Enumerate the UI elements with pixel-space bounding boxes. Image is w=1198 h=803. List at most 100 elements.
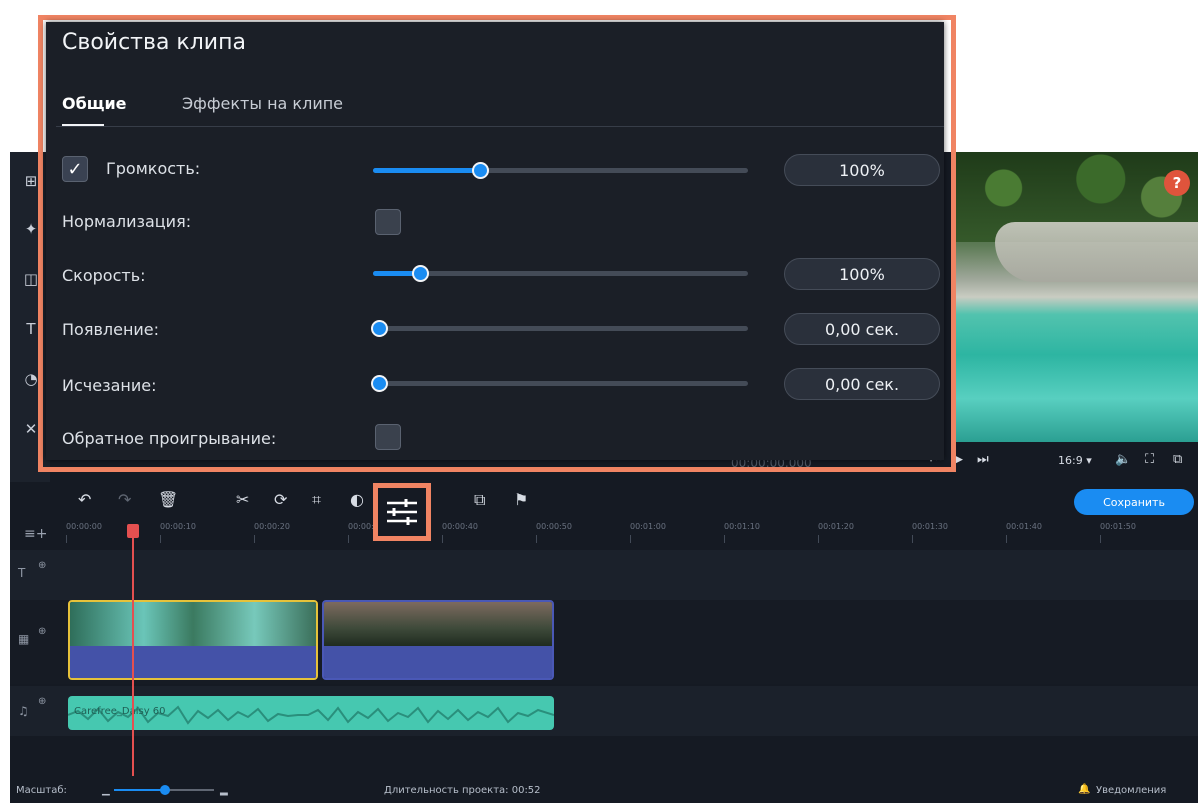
fade-in-label: Появление: <box>62 320 160 339</box>
volume-icon[interactable]: 🔈 <box>1115 452 1131 467</box>
add-track-icon[interactable]: ≡+ <box>24 526 47 542</box>
detach-player-icon[interactable]: ⧉ <box>1173 452 1182 467</box>
rotate-icon[interactable]: ⟳ <box>274 490 287 509</box>
help-button[interactable]: ? <box>1164 170 1190 196</box>
aspect-ratio-select[interactable]: 16:9 ▾ <box>1058 454 1092 467</box>
zoom-in-icon[interactable]: ▂ <box>220 785 228 796</box>
reverse-label: Обратное проигрывание: <box>62 429 277 448</box>
panel-title: Свойства клипа <box>62 30 246 55</box>
clip-2-thumbnails <box>324 602 552 646</box>
reverse-checkbox[interactable] <box>375 424 401 450</box>
tab-divider <box>56 126 944 127</box>
volume-label: Громкость: <box>106 159 201 178</box>
volume-slider-thumb[interactable] <box>472 162 489 179</box>
normalization-label: Нормализация: <box>62 212 192 231</box>
ruler-tick-mark <box>348 535 349 543</box>
clip-properties-panel: Свойства клипа Общие Эффекты на клипе ✓ … <box>46 22 944 460</box>
volume-checkbox[interactable]: ✓ <box>62 156 88 182</box>
clip-properties-button[interactable] <box>373 483 431 541</box>
ruler-tick-mark <box>66 535 67 543</box>
ruler-tick-mark <box>818 535 819 543</box>
ruler-tick-label: 00:00:00 <box>66 522 102 531</box>
speed-value[interactable]: 100% <box>784 258 940 290</box>
zoom-slider-fill <box>114 789 162 791</box>
volume-slider[interactable] <box>373 162 748 179</box>
ruler-tick-label: 00:01:50 <box>1100 522 1136 531</box>
speed-label: Скорость: <box>62 266 146 285</box>
audio-track: ♫ ⊕ Carefree_Daisy 60 <box>10 686 1198 736</box>
speed-slider-thumb[interactable] <box>412 265 429 282</box>
tab-clip-effects[interactable]: Эффекты на клипе <box>182 94 343 113</box>
video-preview: ? <box>955 152 1198 442</box>
preview-cliff <box>995 222 1198 282</box>
ruler-tick-mark <box>630 535 631 543</box>
ruler-tick-mark <box>912 535 913 543</box>
tab-general[interactable]: Общие <box>62 94 127 113</box>
ruler-tick-mark <box>536 535 537 543</box>
track-visibility-icon[interactable]: ⊕ <box>38 560 46 571</box>
speed-slider[interactable] <box>373 265 748 282</box>
fade-out-value[interactable]: 0,00 сек. <box>784 368 940 400</box>
music-note-icon: ♫ <box>18 704 29 718</box>
ruler-tick-label: 00:01:30 <box>912 522 948 531</box>
video-clip-1[interactable] <box>68 600 318 680</box>
next-frame-icon[interactable]: ⏭ <box>977 452 989 467</box>
marker-flag-icon[interactable]: ⚑ <box>514 490 528 509</box>
volume-value[interactable]: 100% <box>784 154 940 186</box>
audio-track-mute-icon[interactable]: ⊕ <box>38 696 46 707</box>
ruler-tick-mark <box>442 535 443 543</box>
ruler-tick-label: 00:00:20 <box>254 522 290 531</box>
fade-in-value[interactable]: 0,00 сек. <box>784 313 940 345</box>
ruler-tick-label: 00:01:20 <box>818 522 854 531</box>
ruler-tick-label: 00:01:10 <box>724 522 760 531</box>
volume-slider-fill <box>373 168 480 173</box>
crop-icon[interactable]: ⌗ <box>312 490 321 510</box>
delete-icon[interactable]: 🗑 <box>158 490 178 509</box>
zoom-out-icon[interactable]: ▁ <box>102 785 110 796</box>
color-adjust-icon[interactable]: ◐ <box>350 490 364 509</box>
ruler-tick-mark <box>724 535 725 543</box>
fullscreen-icon[interactable]: ⛶ <box>1145 452 1154 467</box>
fade-out-slider-thumb[interactable] <box>371 375 388 392</box>
zoom-slider[interactable] <box>114 785 214 795</box>
stabilize-icon[interactable]: ⧉ <box>474 490 485 510</box>
redo-icon[interactable]: ↷ <box>118 490 131 509</box>
ruler-tick-label: 00:00:40 <box>442 522 478 531</box>
title-track-icon: T <box>18 566 26 580</box>
undo-icon[interactable]: ↶ <box>78 490 91 509</box>
normalization-checkbox[interactable] <box>375 209 401 235</box>
audio-clip-label: Carefree_Daisy 60 <box>74 706 166 717</box>
ruler-tick-mark <box>1006 535 1007 543</box>
notifications-label[interactable]: Уведомления <box>1096 785 1166 796</box>
clip-2-audio <box>324 646 552 678</box>
fade-out-label: Исчезание: <box>62 376 157 395</box>
status-bar: Масштаб: ▁ ▂ Длительность проекта: 00:52… <box>10 778 1198 803</box>
ruler-tick-label: 00:00:50 <box>536 522 572 531</box>
clip-1-audio <box>70 646 316 678</box>
fade-out-slider[interactable] <box>371 375 748 392</box>
zoom-slider-thumb[interactable] <box>160 785 170 795</box>
track-mute-icon[interactable]: ⊕ <box>38 626 46 637</box>
video-track-icon: ▦ <box>18 632 30 646</box>
audio-clip[interactable]: Carefree_Daisy 60 <box>68 696 554 730</box>
ruler-tick-mark <box>254 535 255 543</box>
clip-1-thumbnails <box>70 602 316 646</box>
ruler-tick-label: 00:01:40 <box>1006 522 1042 531</box>
bell-icon[interactable]: 🔔 <box>1078 784 1090 795</box>
ruler-tick-mark <box>160 535 161 543</box>
project-duration: Длительность проекта: 00:52 <box>384 785 541 796</box>
cut-icon[interactable]: ✂ <box>236 490 249 509</box>
ruler-tick-mark <box>1100 535 1101 543</box>
ruler-tick-label: 00:00:10 <box>160 522 196 531</box>
video-track: ▦ ⊕ <box>10 600 1198 684</box>
ruler-tick-label: 00:01:00 <box>630 522 666 531</box>
fade-in-slider-thumb[interactable] <box>371 320 388 337</box>
video-clip-2[interactable] <box>322 600 554 680</box>
title-track: T ⊕ <box>10 550 1198 600</box>
scale-label: Масштаб: <box>16 785 67 796</box>
timeline-ruler[interactable]: 00:00:00 00:00:10 00:00:20 00:00:30 00:00:40… <box>66 520 1198 546</box>
save-button[interactable]: Сохранить <box>1074 489 1194 515</box>
playhead-line <box>132 524 134 776</box>
clip-properties-icon <box>387 499 417 525</box>
fade-in-slider[interactable] <box>371 320 748 337</box>
